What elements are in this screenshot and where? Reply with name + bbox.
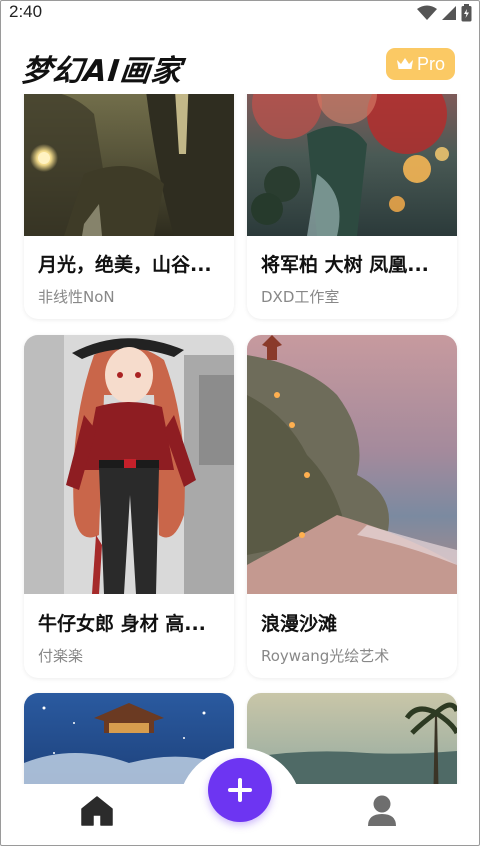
create-button[interactable] bbox=[208, 758, 272, 822]
battery-icon bbox=[461, 4, 472, 22]
artwork-author: Roywang光绘艺术 bbox=[261, 647, 390, 665]
artwork-image bbox=[247, 335, 457, 594]
artwork-card[interactable]: 牛仔女郎 身材 高... 付楽楽 bbox=[24, 335, 234, 678]
artwork-card[interactable]: 将军柏 大树 凤凰... DXD工作室 bbox=[247, 94, 457, 319]
artwork-image bbox=[24, 335, 234, 594]
signal-icon bbox=[442, 6, 456, 20]
nav-profile-button[interactable] bbox=[367, 795, 397, 827]
pro-button[interactable]: Pro bbox=[386, 48, 455, 80]
artwork-card[interactable]: 浪漫沙滩 Roywang光绘艺术 bbox=[247, 335, 457, 678]
status-icons bbox=[417, 4, 472, 22]
status-time: 2:40 bbox=[9, 2, 43, 21]
artwork-image bbox=[247, 94, 457, 236]
artwork-title: 牛仔女郎 身材 高... bbox=[38, 613, 206, 635]
plus-icon bbox=[228, 778, 252, 802]
home-icon bbox=[81, 796, 113, 826]
artwork-author: 非线性NoN bbox=[38, 288, 115, 306]
artwork-title: 将军柏 大树 凤凰... bbox=[261, 254, 429, 276]
app-title: 梦幻AI画家 bbox=[19, 54, 184, 89]
artwork-title: 月光，绝美，山谷... bbox=[38, 254, 212, 276]
crown-icon bbox=[396, 58, 413, 69]
artwork-card[interactable]: 月光，绝美，山谷... 非线性NoN bbox=[24, 94, 234, 319]
status-bar: 2:40 bbox=[0, 0, 480, 26]
nav-home-button[interactable] bbox=[81, 796, 113, 826]
artwork-image bbox=[24, 94, 234, 236]
wifi-icon bbox=[417, 5, 437, 20]
artwork-author: 付楽楽 bbox=[38, 647, 84, 665]
artwork-author: DXD工作室 bbox=[261, 288, 340, 306]
artwork-feed[interactable]: 月光，绝美，山谷... 非线性NoN 将军柏 大树 凤凰... DXD工作室 牛… bbox=[0, 94, 480, 784]
app-header: 梦幻AI画家 Pro bbox=[0, 44, 480, 90]
artwork-title: 浪漫沙滩 bbox=[261, 613, 338, 635]
pro-label: Pro bbox=[416, 53, 445, 74]
person-icon bbox=[368, 795, 396, 826]
